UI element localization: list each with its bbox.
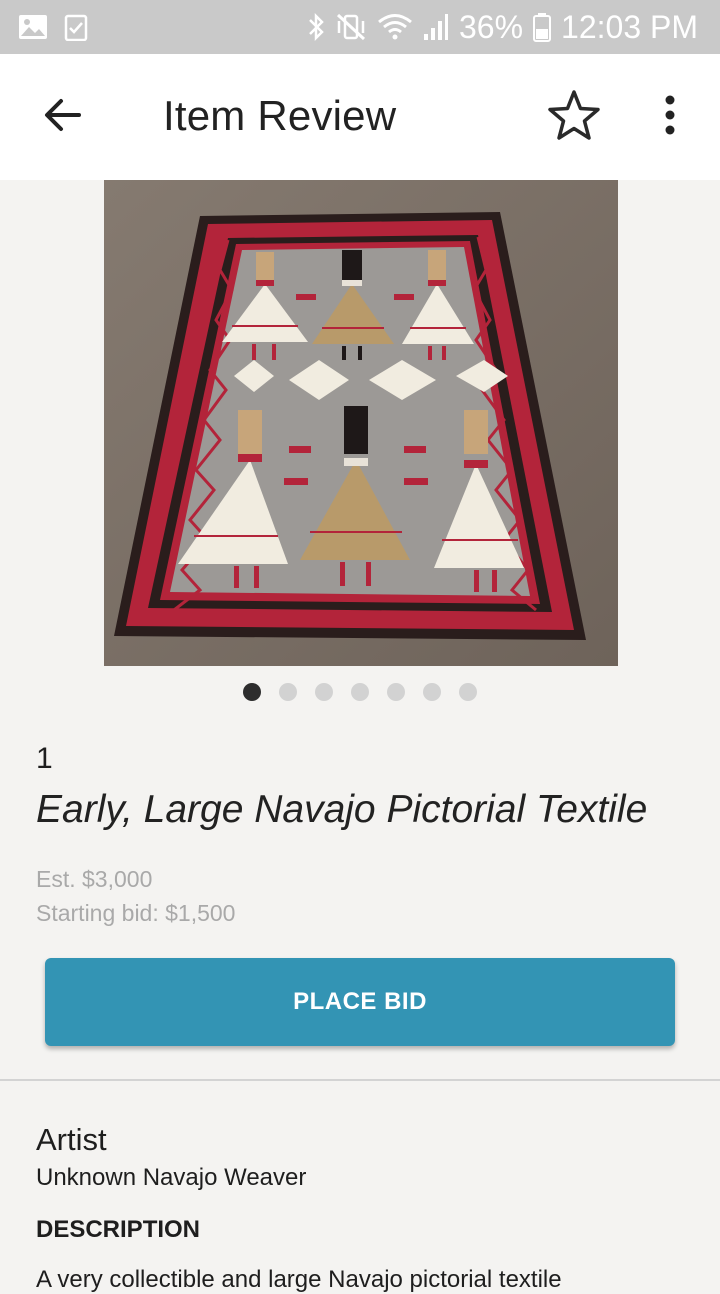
battery-icon — [533, 12, 552, 42]
artist-heading: Artist — [36, 1122, 107, 1157]
description-heading: DESCRIPTION — [36, 1216, 201, 1243]
description-text: A very collectible and large Navajo pict… — [36, 1266, 562, 1293]
artist-name: Unknown Navajo Weaver — [36, 1164, 307, 1191]
battery-percent: 36% — [458, 8, 524, 45]
estimate-text: Est. $3,000 — [36, 866, 153, 892]
bluetooth-icon — [307, 12, 325, 42]
place-bid-button[interactable]: PLACE BID — [45, 958, 675, 1046]
starting-bid-text: Starting bid: $1,500 — [36, 900, 236, 926]
favorite-button[interactable] — [544, 88, 604, 148]
wifi-icon — [377, 12, 413, 42]
gallery-pagination — [0, 683, 720, 703]
lot-number: 1 — [36, 742, 53, 775]
section-divider — [0, 1079, 720, 1081]
back-button[interactable] — [38, 92, 88, 142]
gallery-dot[interactable] — [423, 683, 441, 701]
gallery-icon — [18, 14, 48, 40]
gallery-dot[interactable] — [315, 683, 333, 701]
arrow-back-icon — [43, 97, 83, 138]
more-vert-icon — [664, 95, 676, 140]
item-photo[interactable] — [104, 180, 618, 666]
page-title: Item Review — [163, 92, 397, 139]
status-bar: 36% 12:03 PM — [0, 0, 720, 54]
gallery-dot[interactable] — [243, 683, 261, 701]
gallery-dot[interactable] — [279, 683, 297, 701]
clock: 12:03 PM — [561, 8, 698, 45]
gallery-dot[interactable] — [459, 683, 477, 701]
item-title: Early, Large Navajo Pictorial Textile — [36, 788, 648, 831]
star-outline-icon — [546, 88, 602, 149]
gallery-dot[interactable] — [351, 683, 369, 701]
app-bar: Item Review — [0, 54, 720, 180]
clipboard-check-icon — [64, 13, 88, 41]
signal-icon — [423, 12, 449, 42]
vibrate-mute-icon — [335, 12, 367, 42]
more-options-button[interactable] — [650, 92, 690, 142]
gallery-dot[interactable] — [387, 683, 405, 701]
